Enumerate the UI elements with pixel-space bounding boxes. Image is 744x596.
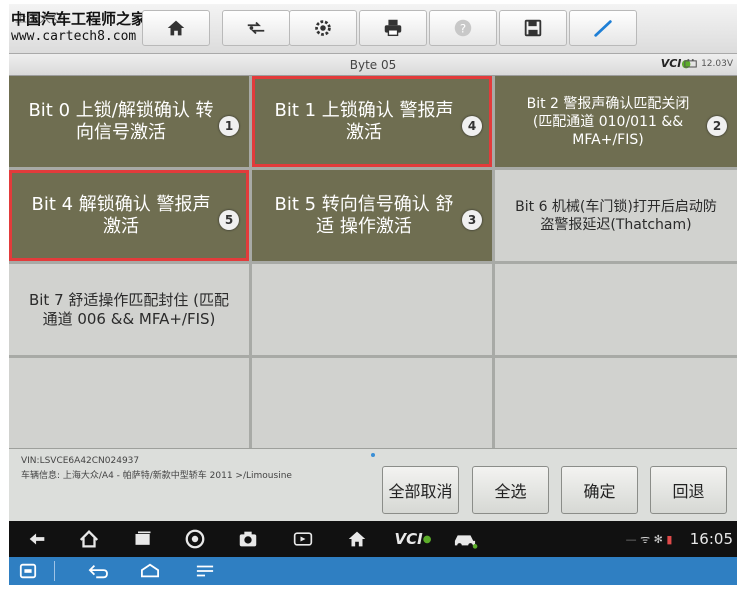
bit-5-label: Bit 5 转向信号确认 舒适 操作激活 xyxy=(274,193,454,237)
clock: 16:05 xyxy=(689,530,733,548)
vci-app-label: VCI xyxy=(394,530,423,548)
car-icon xyxy=(454,535,478,549)
empty-cell xyxy=(252,264,492,355)
bit-4-order-badge: 5 xyxy=(219,210,239,230)
home-button[interactable] xyxy=(142,10,210,46)
app-home-button[interactable] xyxy=(343,528,371,550)
home-icon xyxy=(79,530,99,548)
media-button[interactable] xyxy=(289,528,317,550)
edit-icon xyxy=(594,20,612,37)
watermark-url: www.cartech8.com xyxy=(11,29,137,44)
vci-app-button[interactable]: VCI ● xyxy=(391,528,435,550)
edit-button[interactable] xyxy=(569,10,637,46)
watermark: 中国汽车工程师之家 www.cartech8.com xyxy=(11,10,156,50)
settings-icon xyxy=(315,20,331,36)
print-button[interactable] xyxy=(359,10,427,46)
home-nav-button[interactable] xyxy=(75,528,103,550)
vin-text: VIN:LSVCE6A42CN024937 xyxy=(21,456,140,466)
confirm-button[interactable]: 确定 xyxy=(561,466,638,514)
top-toolbar: 上海大众 中国汽车工程师之家 www.cartech8.com ? xyxy=(9,4,737,54)
nav-divider xyxy=(54,561,55,581)
bit-2-cell[interactable]: Bit 2 警报声确认匹配关闭 (匹配通道 010/011 && MFA+/FI… xyxy=(495,76,737,167)
save-icon xyxy=(524,19,542,37)
vci-connected-dot: ● xyxy=(422,533,432,545)
page-title: Byte 05 xyxy=(349,58,397,72)
save-button[interactable] xyxy=(499,10,567,46)
page-indicator xyxy=(371,453,375,457)
menu-icon xyxy=(196,565,214,577)
bit-4-label: Bit 4 解锁确认 警报声激活 xyxy=(31,193,211,237)
connectivity-status: — ᯤ ✻ ▮ xyxy=(619,528,679,550)
bit-0-label: Bit 0 上锁/解锁确认 转向信号激活 xyxy=(28,99,214,143)
bit-6-cell[interactable]: Bit 6 机械(车门锁)打开后启动防盗警报延迟(Thatcham) xyxy=(495,170,737,261)
diagnostic-app-screen: 上海大众 中国汽车工程师之家 www.cartech8.com ? Byte 0 xyxy=(9,4,737,585)
nav-menu-button[interactable] xyxy=(192,561,218,581)
nav-back-button[interactable] xyxy=(84,561,112,581)
house-icon xyxy=(348,531,366,547)
title-bar: Byte 05 VCI● 12.03V xyxy=(9,54,737,76)
help-button[interactable]: ? xyxy=(429,10,497,46)
camera-button[interactable] xyxy=(234,528,262,550)
bit-1-label: Bit 1 上锁确认 警报声激活 xyxy=(274,99,454,143)
home-outline-icon xyxy=(141,563,159,578)
select-all-button[interactable]: 全选 xyxy=(472,466,549,514)
home-icon xyxy=(167,20,185,36)
media-icon xyxy=(293,532,313,546)
bit-0-order-badge: 1 xyxy=(219,116,239,136)
minus-icon: — xyxy=(625,532,637,546)
back-nav-button[interactable] xyxy=(23,528,51,550)
wifi-icon: ᯤ xyxy=(640,532,651,546)
bit-1-order-badge: 4 xyxy=(462,116,482,136)
vci-label: VCI xyxy=(660,57,682,70)
bit-6-label: Bit 6 机械(车门锁)打开后启动防盗警报延迟(Thatcham) xyxy=(515,198,717,233)
back-button[interactable]: 回退 xyxy=(650,466,727,514)
recent-apps-icon xyxy=(135,531,151,545)
bluetooth-icon: ✻ xyxy=(653,532,663,546)
empty-cell xyxy=(495,264,737,355)
browser-icon xyxy=(185,529,205,549)
keyboard-toggle-button[interactable] xyxy=(17,561,39,581)
help-icon: ? xyxy=(454,19,472,37)
back-arrow-icon xyxy=(88,564,108,579)
recent-apps-button[interactable] xyxy=(129,528,157,550)
bit-0-cell[interactable]: Bit 0 上锁/解锁确认 转向信号激活 1 xyxy=(9,76,249,167)
camera-icon xyxy=(239,531,257,547)
battery-icon xyxy=(684,59,697,68)
deselect-all-button[interactable]: 全部取消 xyxy=(382,466,459,514)
bit-4-cell[interactable]: Bit 4 解锁确认 警报声激活 5 xyxy=(9,170,249,261)
bit-1-cell[interactable]: Bit 1 上锁确认 警报声激活 4 xyxy=(252,76,492,167)
svg-text:?: ? xyxy=(460,22,466,36)
vehicle-swap-button[interactable] xyxy=(222,10,290,46)
empty-cell xyxy=(495,358,737,449)
printer-icon xyxy=(384,19,402,37)
bit-2-order-badge: 2 xyxy=(707,116,727,136)
empty-cell xyxy=(252,358,492,449)
settings-button[interactable] xyxy=(289,10,357,46)
battery-voltage: 12.03V xyxy=(684,59,733,69)
browser-button[interactable] xyxy=(181,528,209,550)
bit-7-label: Bit 7 舒适操作匹配封住 (匹配通道 006 && MFA+/FIS) xyxy=(28,290,230,328)
device-nav-bar xyxy=(9,557,737,585)
bit-5-cell[interactable]: Bit 5 转向信号确认 舒适 操作激活 3 xyxy=(252,170,492,261)
empty-cell xyxy=(9,358,249,449)
battery-charging-icon: ▮ xyxy=(666,532,673,546)
back-arrow-icon xyxy=(29,533,45,545)
vehicle-info-text: 车辆信息: 上海大众/A4 - 帕萨特/新款中型轿车 2011 >/Limous… xyxy=(21,471,292,481)
footer-panel: VIN:LSVCE6A42CN024937 车辆信息: 上海大众/A4 - 帕萨… xyxy=(9,448,737,521)
bit-grid: Bit 0 上锁/解锁确认 转向信号激活 1 Bit 1 上锁确认 警报声激活 … xyxy=(9,76,737,449)
voltage-value: 12.03V xyxy=(701,59,733,69)
watermark-title: 中国汽车工程师之家 xyxy=(11,10,147,28)
system-status-bar: VCI ● — ᯤ ✻ ▮ 16:05 xyxy=(9,521,737,557)
vehicle-swap-icon xyxy=(247,21,265,35)
keyboard-icon xyxy=(19,563,37,579)
bit-2-label: Bit 2 警报声确认匹配关闭 (匹配通道 010/011 && MFA+/FI… xyxy=(526,95,690,148)
vehicle-app-button[interactable] xyxy=(449,528,481,550)
nav-home-button[interactable] xyxy=(136,561,164,581)
bit-7-cell[interactable]: Bit 7 舒适操作匹配封住 (匹配通道 006 && MFA+/FIS) xyxy=(9,264,249,355)
bit-5-order-badge: 3 xyxy=(462,210,482,230)
